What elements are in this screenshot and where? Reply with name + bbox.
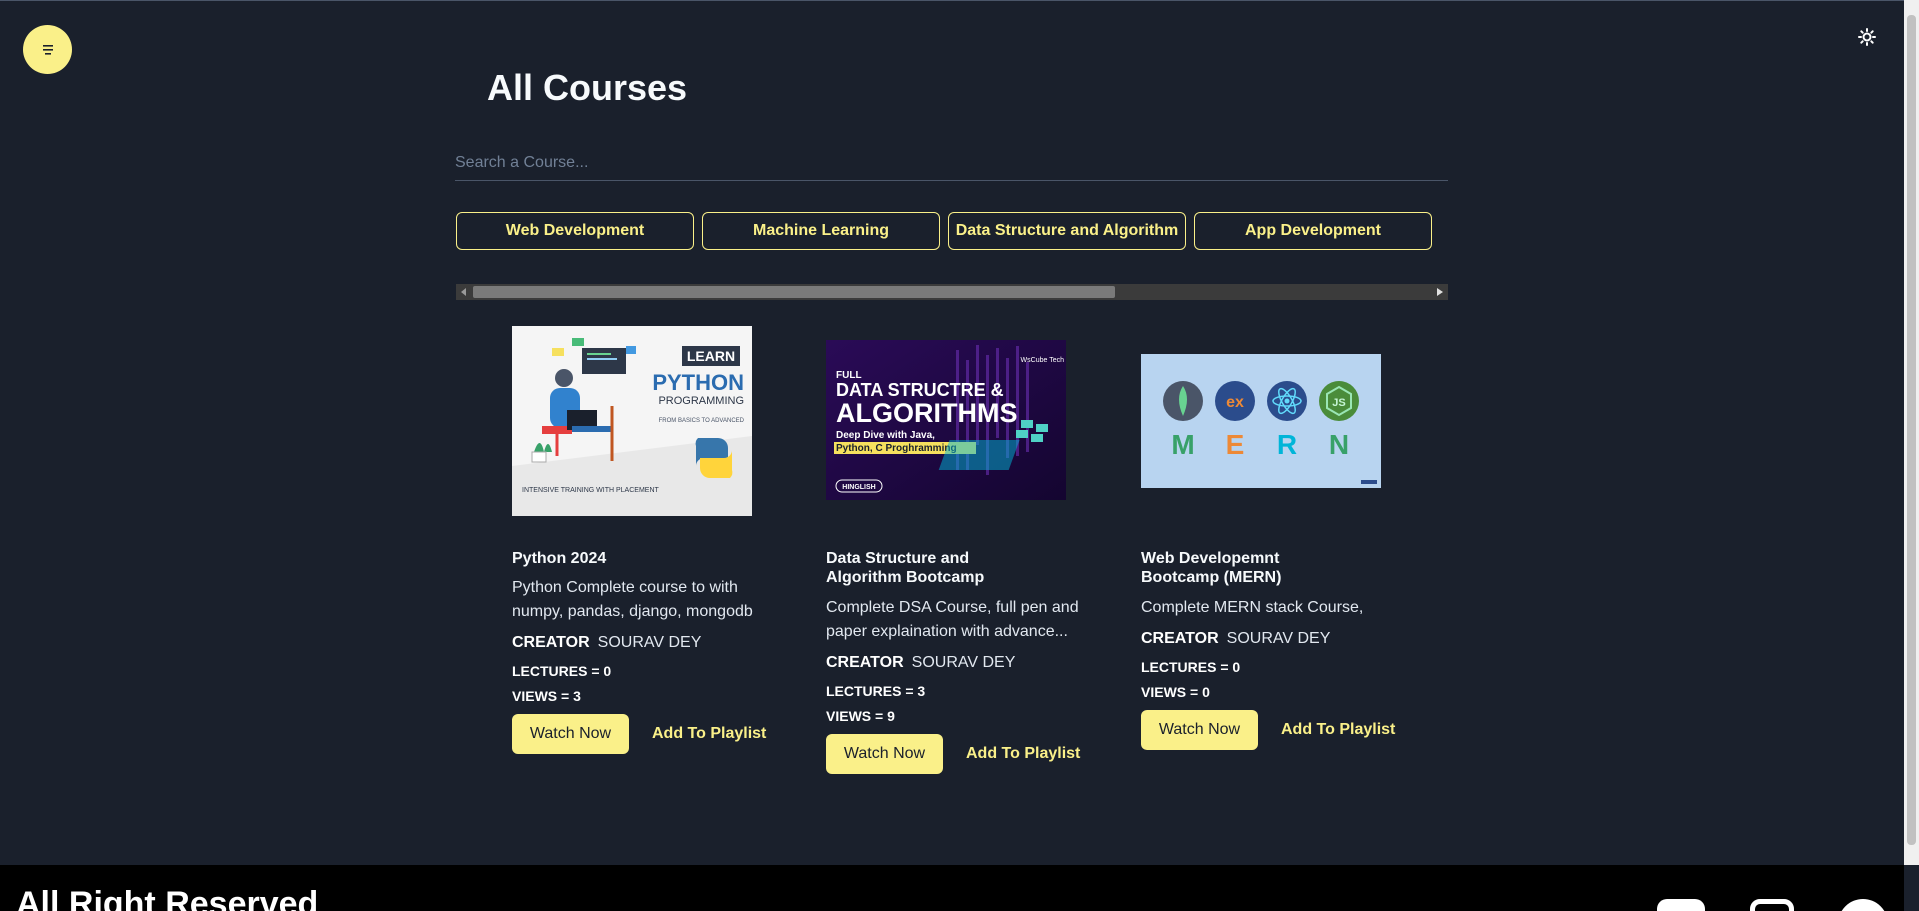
add-to-playlist-button[interactable]: Add To Playlist: [966, 745, 1080, 763]
creator-name: SOURAV DEY: [1226, 630, 1331, 647]
course-description: Complete DSA Course, full pen and paper …: [826, 599, 1079, 640]
poster-line4: Deep Dive with Java,: [836, 430, 935, 441]
poster-tag: HINGLISH: [842, 484, 875, 491]
category-app-development[interactable]: App Development: [1194, 212, 1432, 250]
course-views: VIEWS = 3: [512, 688, 581, 704]
poster-sub: PROGRAMMING: [658, 395, 744, 407]
instagram-icon[interactable]: [1750, 899, 1794, 911]
course-thumbnail: ex JS M E R N: [1141, 354, 1381, 488]
github-icon[interactable]: [1838, 899, 1888, 911]
menu-icon: [42, 44, 53, 55]
scroll-right-arrow-icon[interactable]: [1432, 284, 1448, 300]
poster-line5: Python, C Proghramming: [836, 443, 957, 454]
poster-letter-m: M: [1171, 429, 1194, 460]
scroll-left-arrow-icon[interactable]: [456, 284, 472, 300]
search-input[interactable]: [455, 146, 1448, 180]
vertical-scrollbar-thumb[interactable]: [1907, 15, 1916, 845]
creator-label: CREATOR: [826, 654, 904, 671]
creator-name: SOURAV DEY: [597, 634, 702, 651]
course-lectures: LECTURES = 0: [512, 663, 612, 679]
course-lectures: LECTURES = 0: [1141, 659, 1241, 675]
poster-brand: WsCube Tech: [1021, 357, 1065, 364]
theme-toggle-button[interactable]: [1854, 26, 1880, 48]
watch-now-button[interactable]: Watch Now: [1141, 710, 1258, 750]
page-title: All Courses: [487, 67, 688, 108]
poster-sub2: FROM BASICS TO ADVANCED: [659, 418, 745, 424]
menu-button[interactable]: [23, 25, 72, 74]
poster-letter-n: N: [1329, 429, 1349, 460]
course-title: Web Developemnt Bootcamp (MERN): [1141, 550, 1282, 586]
poster-letter-r: R: [1277, 429, 1297, 460]
youtube-icon[interactable]: [1657, 899, 1705, 911]
course-creator: CREATOR SOURAV DEY: [826, 654, 1015, 672]
poster-heading: PYTHON: [652, 370, 744, 395]
course-lectures: LECTURES = 3: [826, 683, 926, 699]
course-thumbnail: LEARN PYTHON PROGRAMMING FROM BASICS TO …: [512, 326, 752, 516]
course-creator: CREATOR SOURAV DEY: [512, 634, 701, 652]
course-views: VIEWS = 0: [1141, 684, 1210, 700]
watch-now-button[interactable]: Watch Now: [826, 734, 943, 774]
category-machine-learning[interactable]: Machine Learning: [702, 212, 940, 250]
sun-icon: [1858, 28, 1876, 46]
course-thumbnail: WsCube Tech FULL DATA STRUCTRE & ALGORIT…: [826, 340, 1066, 500]
poster-line2: DATA STRUCTRE &: [836, 380, 1004, 400]
add-to-playlist-button[interactable]: Add To Playlist: [652, 725, 766, 743]
category-web-development[interactable]: Web Development: [456, 212, 694, 250]
watch-now-button[interactable]: Watch Now: [512, 714, 629, 754]
poster-js: JS: [1332, 397, 1345, 409]
top-border: [0, 0, 1919, 1]
course-title: Data Structure and Algorithm Bootcamp: [826, 550, 985, 586]
vertical-scrollbar[interactable]: [1904, 0, 1919, 865]
footer-text: All Right Reserved: [16, 885, 319, 911]
course-description: Python Complete course to with numpy, pa…: [512, 579, 753, 620]
search-container: [455, 146, 1448, 181]
poster-letter-e: E: [1226, 429, 1245, 460]
creator-label: CREATOR: [512, 634, 590, 651]
add-to-playlist-button[interactable]: Add To Playlist: [1281, 721, 1395, 739]
category-list: Web Development Machine Learning Data St…: [456, 212, 1432, 250]
poster-line3: ALGORITHMS: [836, 398, 1018, 428]
creator-label: CREATOR: [1141, 630, 1219, 647]
course-description: Complete MERN stack Course,: [1141, 599, 1364, 616]
creator-name: SOURAV DEY: [911, 654, 1016, 671]
course-title: Python 2024: [512, 550, 607, 567]
poster-foot: INTENSIVE TRAINING WITH PLACEMENT: [522, 487, 659, 494]
poster-ex: ex: [1226, 394, 1244, 411]
scrollbar-thumb[interactable]: [473, 286, 1115, 298]
poster-badge: LEARN: [687, 348, 735, 364]
course-creator: CREATOR SOURAV DEY: [1141, 630, 1330, 648]
course-views: VIEWS = 9: [826, 708, 895, 724]
horizontal-scrollbar[interactable]: [456, 284, 1448, 300]
category-dsa[interactable]: Data Structure and Algorithm: [948, 212, 1186, 250]
footer: All Right Reserved: [0, 865, 1904, 911]
